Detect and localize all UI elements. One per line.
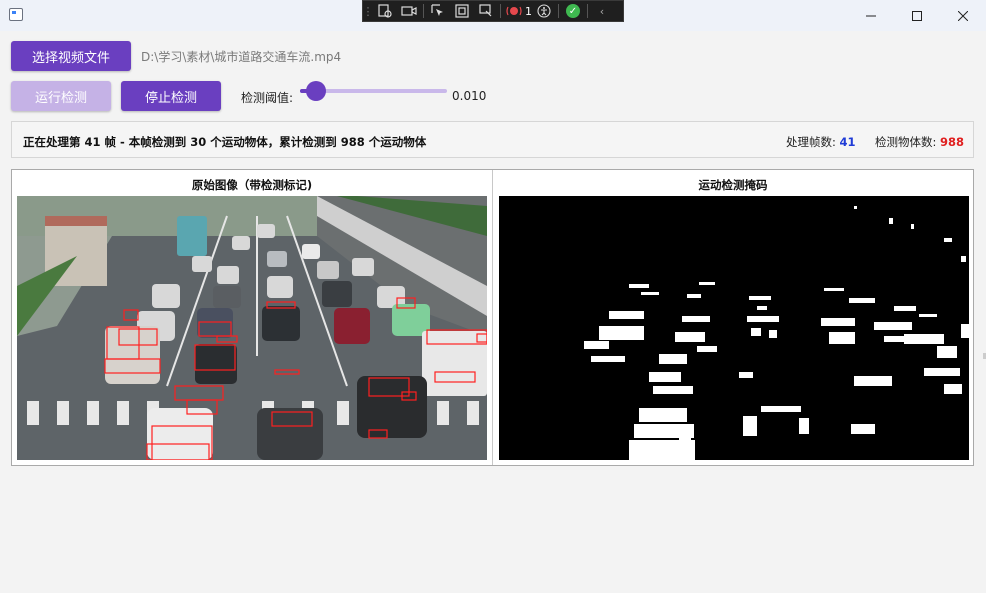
original-image <box>17 196 487 460</box>
frames-label: 处理帧数: <box>786 135 836 149</box>
title-bar: ⋮ 1 ✓ ‹ <box>0 0 986 31</box>
mask-image-title: 运动检测掩码 <box>698 178 768 192</box>
select-video-button[interactable]: 选择视频文件 <box>11 41 131 71</box>
close-button[interactable] <box>940 0 986 31</box>
accessibility-icon[interactable] <box>532 1 556 21</box>
layout-bounds-icon[interactable] <box>450 1 474 21</box>
run-detection-button[interactable]: 运行检测 <box>11 81 111 111</box>
threshold-slider[interactable] <box>300 81 447 101</box>
motion-mask-image <box>499 196 969 460</box>
hot-reload-icon[interactable] <box>474 1 498 21</box>
image-panels: 原始图像（带检测标记) 运动检测掩码 <box>11 169 974 466</box>
debug-toolbar: ⋮ 1 ✓ ‹ <box>362 0 624 22</box>
status-message: 正在处理第 41 帧 - 本帧检测到 30 个运动物体，累计检测到 988 个运… <box>23 135 427 149</box>
frames-stat: 处理帧数: 41 <box>786 134 856 150</box>
grip-icon: ⋮ <box>362 4 374 18</box>
chevron-left-icon[interactable]: ‹ <box>590 1 614 21</box>
record-icon[interactable] <box>397 1 421 21</box>
window-icon <box>9 8 23 21</box>
error-icon[interactable] <box>503 1 525 21</box>
frames-value: 41 <box>839 135 856 149</box>
objects-value: 988 <box>940 135 965 149</box>
separator <box>587 4 588 18</box>
minimize-button[interactable] <box>848 0 894 31</box>
maximize-button[interactable] <box>894 0 940 31</box>
panel-divider <box>492 170 493 465</box>
check-icon[interactable]: ✓ <box>561 1 585 21</box>
separator <box>558 4 559 18</box>
maximize-icon <box>912 10 922 21</box>
slider-thumb[interactable] <box>306 81 327 101</box>
separator <box>423 4 424 18</box>
threshold-value: 0.010 <box>452 89 487 103</box>
objects-stat: 检测物体数: 988 <box>875 134 964 150</box>
close-icon <box>958 10 968 21</box>
status-bar: 正在处理第 41 帧 - 本帧检测到 30 个运动物体，累计检测到 988 个运… <box>11 121 974 158</box>
traffic-scene-image <box>17 196 487 460</box>
stop-detection-button[interactable]: 停止检测 <box>121 81 221 111</box>
select-element-icon[interactable] <box>426 1 450 21</box>
separator <box>500 4 501 18</box>
original-image-title: 原始图像（带检测标记) <box>191 178 313 192</box>
threshold-label: 检测阈值: <box>241 91 294 105</box>
objects-label: 检测物体数: <box>875 135 937 149</box>
file-path: D:\学习\素材\城市道路交通车流.mp4 <box>141 50 342 64</box>
minimize-icon <box>866 15 876 16</box>
inspect-icon[interactable] <box>373 1 397 21</box>
motion-mask-render <box>499 196 969 460</box>
error-count: 1 <box>525 4 532 18</box>
